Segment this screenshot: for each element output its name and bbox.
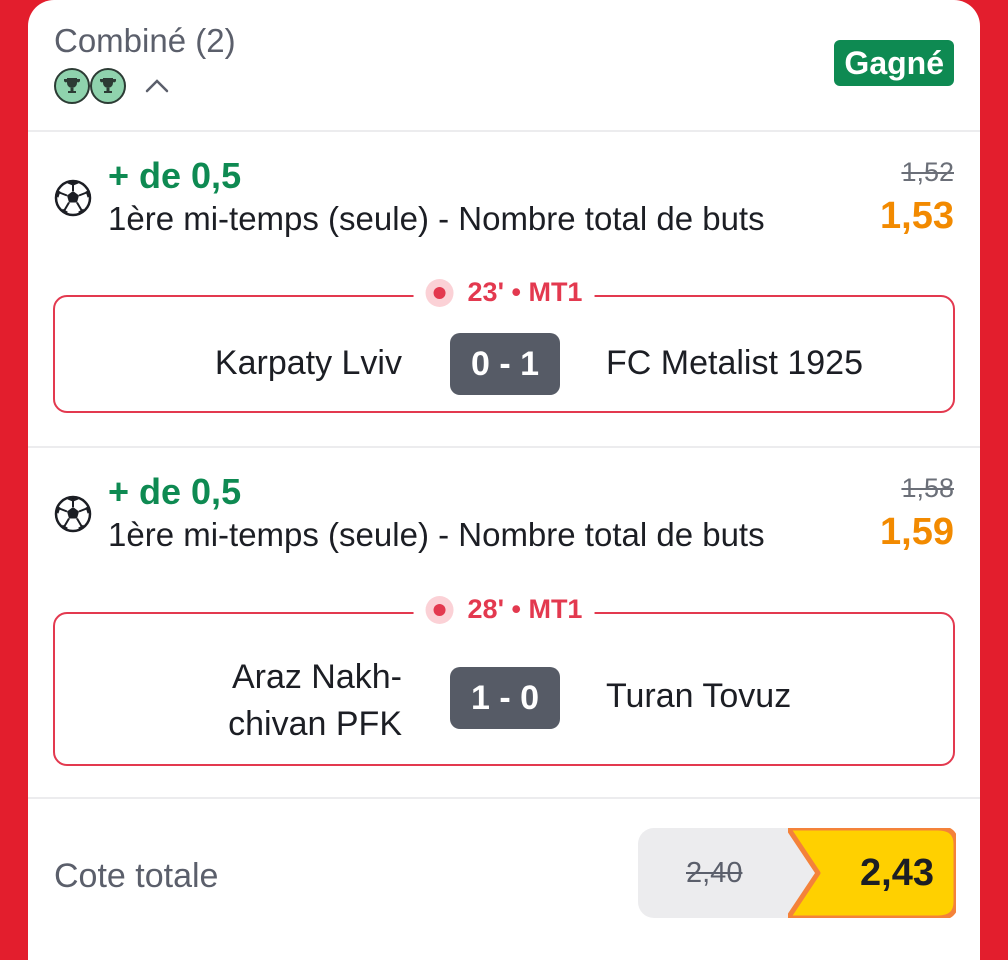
live-indicator: 28' • MT1 [413,594,595,625]
home-team: Araz Nakh- chivan PFK [212,654,402,748]
odd-previous: 1,58 [901,473,954,503]
live-dot-icon [425,595,454,624]
live-indicator: 23' • MT1 [413,277,595,308]
score: 1 - 0 [450,667,560,729]
odd-current: 1,59 [880,511,954,553]
bet-card: Combiné (2) Gagné + de 0,5 1ère mi-temps… [28,0,980,960]
selection-label: + de 0,5 [108,155,242,196]
away-team: Turan Tovuz [606,677,792,715]
trophy-icon [54,68,90,104]
soccer-ball-icon [54,495,92,538]
bet-title: Combiné (2) [54,22,236,59]
soccer-ball-icon [54,179,92,222]
bet-card-header[interactable]: Combiné (2) Gagné [28,0,980,132]
home-team-line: Araz Nakh- [231,658,402,696]
match-box[interactable]: 23' • MT1 Karpaty Lviv 0 - 1 FC Metalist… [53,277,955,413]
market-label: 1ère mi-temps (seule) - Nombre total de … [108,200,765,237]
total-odds-pill: 2,40 2,43 [638,828,956,918]
bet-selection: + de 0,5 1ère mi-temps (seule) - Nombre … [28,449,980,799]
status-badge: Gagné [834,40,954,86]
live-dot-icon [425,278,454,307]
score: 0 - 1 [450,333,560,395]
odd-previous: 1,52 [901,157,954,187]
match-box[interactable]: 28' • MT1 Araz Nakh- chivan PFK 1 - 0 Tu… [53,594,955,766]
home-team: Karpaty Lviv [214,344,402,382]
trophy-row [54,68,170,104]
chevron-up-icon[interactable] [144,76,170,99]
live-time: 28' • MT1 [467,594,583,624]
market-label: 1ère mi-temps (seule) - Nombre total de … [108,516,765,553]
odd-current: 1,53 [880,195,954,237]
live-time: 23' • MT1 [467,277,583,307]
total-odds-current: 2,43 [860,851,934,894]
total-odds-row: Cote totale 2,40 2,43 [28,800,980,960]
away-team: FC Metalist 1925 [606,344,863,382]
total-odds-label: Cote totale [54,857,219,895]
selection-label: + de 0,5 [108,471,242,512]
trophy-icon [90,68,126,104]
home-team-line: chivan PFK [228,705,402,743]
bet-selection: + de 0,5 1ère mi-temps (seule) - Nombre … [28,133,980,448]
